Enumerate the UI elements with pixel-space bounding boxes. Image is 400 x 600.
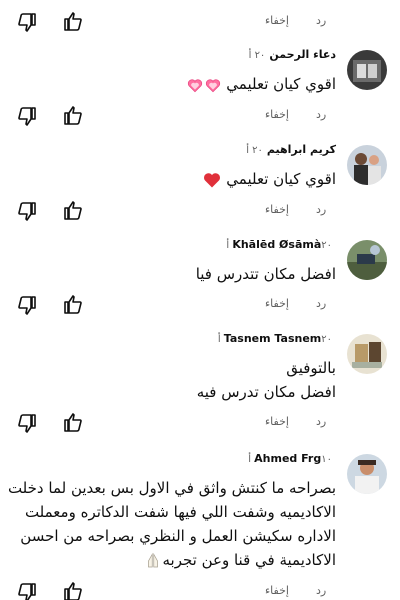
comment-line: بالتوفيق — [286, 359, 336, 377]
comment-meta: Tasnem Tasnem٢٠ أ — [218, 332, 336, 345]
comment-line: اقوي كيان تعليمي — [226, 170, 336, 188]
comment-actions: إخفاء رد — [0, 199, 400, 227]
timestamp[interactable]: ٢٠ أ — [246, 145, 263, 156]
reply-button[interactable]: رد — [316, 108, 326, 121]
comment-line: افضل مكان تتدرس فيا — [195, 265, 336, 283]
thumbs-up-icon[interactable] — [61, 411, 85, 435]
avatar[interactable] — [347, 240, 387, 280]
avatar[interactable] — [347, 454, 387, 494]
comment-actions: إخفاء رد — [0, 580, 400, 600]
comment-line: بصراحه ما كنتش واثق في الاول بس بعدين لم… — [7, 479, 336, 497]
reply-button[interactable]: رد — [316, 415, 326, 428]
comment-text: افضل مكان تتدرس فيا — [196, 262, 336, 286]
comment-actions: إخفاء رد — [0, 10, 400, 38]
author-name[interactable]: Ahmed Frg — [254, 452, 321, 465]
comment-text: اقوي كيان تعليمي — [202, 167, 336, 191]
thumbs-down-icon[interactable] — [15, 580, 39, 600]
thumbs-down-icon[interactable] — [15, 104, 39, 128]
red-heart-icon — [202, 170, 222, 190]
folded-hands-icon — [144, 552, 162, 570]
reply-button[interactable]: رد — [316, 203, 326, 216]
author-name[interactable]: دعاء الرحمن — [269, 48, 336, 61]
thumbs-up-icon[interactable] — [61, 10, 85, 34]
comment-text: اقوي كيان تعليمي — [186, 72, 336, 96]
comment-text: بصراحه ما كنتش واثق في الاول بس بعدين لم… — [8, 476, 336, 572]
author-name[interactable]: Tasnem Tasnem — [224, 332, 321, 345]
comment-line: اقوي كيان تعليمي — [226, 75, 336, 93]
comment-text: بالتوفيق افضل مكان تدرس فيه — [197, 356, 336, 404]
hide-button[interactable]: إخفاء — [265, 415, 289, 428]
comment-meta: دعاء الرحمن٢٠ أ — [249, 48, 336, 61]
hide-button[interactable]: إخفاء — [265, 297, 289, 310]
avatar[interactable] — [347, 334, 387, 374]
comment-actions: إخفاء رد — [0, 411, 400, 439]
hide-button[interactable]: إخفاء — [265, 108, 289, 121]
hide-button[interactable]: إخفاء — [265, 203, 289, 216]
thumbs-up-icon[interactable] — [61, 104, 85, 128]
comment-line: الاكاديميه وشفت اللي فيها شفت الدكاتره و… — [24, 503, 336, 521]
pink-heart-icon — [204, 76, 222, 94]
timestamp[interactable]: ٢٠ أ — [249, 50, 266, 61]
thumbs-down-icon[interactable] — [15, 411, 39, 435]
thumbs-up-icon[interactable] — [61, 580, 85, 600]
thumbs-up-icon[interactable] — [61, 199, 85, 223]
reply-button[interactable]: رد — [316, 14, 326, 27]
author-name[interactable]: كريم ابراهيم — [267, 143, 336, 156]
thumbs-down-icon[interactable] — [15, 199, 39, 223]
comment-meta: كريم ابراهيم ٢٠ أ — [246, 143, 336, 156]
hide-button[interactable]: إخفاء — [265, 584, 289, 597]
avatar[interactable] — [347, 145, 387, 185]
comment-line-with-emoji: الاكاديمية في قنا وعن تجربه — [8, 548, 336, 572]
thumbs-down-icon[interactable] — [15, 293, 39, 317]
comment-line: الاداره سكيشن العمل و النظري بصراحه من ا… — [20, 527, 336, 545]
pink-heart-icon — [186, 76, 204, 94]
thumbs-up-icon[interactable] — [61, 293, 85, 317]
comment-meta: Ahmed Frg١٠ أ — [248, 452, 336, 465]
comment-line: الاكاديمية في قنا وعن تجربه — [162, 551, 336, 569]
reply-button[interactable]: رد — [316, 297, 326, 310]
thumbs-down-icon[interactable] — [15, 10, 39, 34]
author-name[interactable]: Khālēd Øsāmà — [232, 238, 321, 251]
comment-meta: Khālēd Øsāmà٢٠ أ — [226, 238, 336, 251]
avatar[interactable] — [347, 50, 387, 90]
hide-button[interactable]: إخفاء — [265, 14, 289, 27]
comment-line: افضل مكان تدرس فيه — [196, 383, 336, 401]
comment-actions: إخفاء رد — [0, 293, 400, 321]
reply-button[interactable]: رد — [316, 584, 326, 597]
comment-actions: إخفاء رد — [0, 104, 400, 132]
